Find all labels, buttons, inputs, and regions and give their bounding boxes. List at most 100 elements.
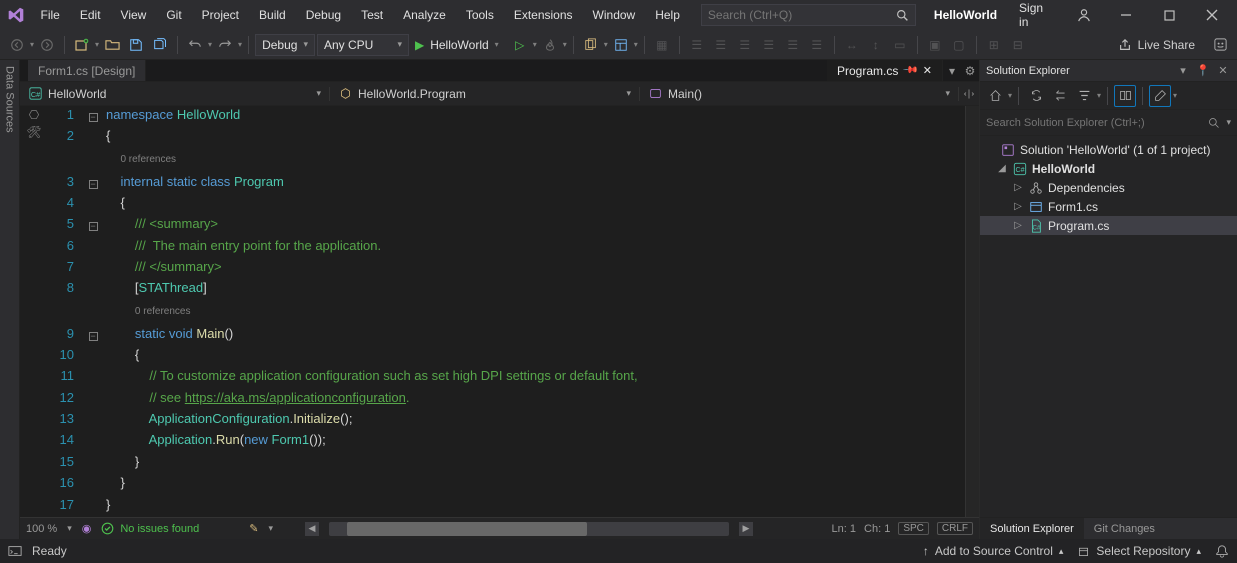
window-maximize-icon[interactable]: [1148, 0, 1191, 30]
filter-icon[interactable]: [1073, 85, 1095, 107]
tab-close-icon[interactable]: ✕: [923, 64, 932, 77]
nav-project-dropdown[interactable]: C# HelloWorld▾: [20, 87, 330, 101]
hot-reload-icon[interactable]: [539, 34, 561, 56]
menu-project[interactable]: Project: [193, 4, 248, 26]
solution-search-input[interactable]: [986, 117, 1202, 129]
new-project-icon[interactable]: [71, 34, 93, 56]
chevron-down-icon[interactable]: ▾: [67, 523, 72, 534]
issues-indicator[interactable]: No issues found: [101, 522, 199, 535]
account-icon[interactable]: [1063, 0, 1106, 30]
config-dropdown[interactable]: Debug▾: [255, 34, 315, 56]
save-icon[interactable]: [125, 34, 147, 56]
properties-icon[interactable]: [1149, 85, 1171, 107]
start-no-debug-button[interactable]: ▷: [509, 34, 531, 56]
tree-node-project[interactable]: ◢ C# HelloWorld: [980, 159, 1237, 178]
expander-icon[interactable]: ▷: [1012, 220, 1024, 231]
switch-views-icon[interactable]: [1049, 85, 1071, 107]
tab-overflow-dropdown[interactable]: ▾: [943, 60, 961, 81]
chevron-down-icon[interactable]: ▾: [1226, 117, 1231, 128]
play-filled-icon: ▶: [415, 38, 424, 52]
global-search[interactable]: [701, 4, 916, 26]
line-endings[interactable]: CRLF: [937, 522, 973, 535]
layout-icon[interactable]: [610, 34, 632, 56]
open-file-icon[interactable]: [101, 34, 123, 56]
solution-tree[interactable]: Solution 'HelloWorld' (1 of 1 project) ◢…: [980, 136, 1237, 517]
sign-in-link[interactable]: Sign in: [1011, 1, 1063, 29]
notifications-icon[interactable]: [1215, 544, 1229, 558]
files-icon[interactable]: [580, 34, 602, 56]
panel-pin-icon[interactable]: 📍: [1195, 63, 1211, 79]
hscroll-right[interactable]: ▶: [739, 522, 753, 536]
tab-options-icon[interactable]: ⚙: [961, 60, 979, 81]
title-bar: File Edit View Git Project Build Debug T…: [0, 0, 1237, 30]
code-editor[interactable]: ⎔ 🛠 1−namespace HelloWorld 2{ 0 referenc…: [20, 106, 979, 517]
data-sources-tab[interactable]: Data Sources: [4, 66, 16, 539]
menu-test[interactable]: Test: [352, 4, 392, 26]
sync-icon[interactable]: [1025, 85, 1047, 107]
expander-icon[interactable]: ▷: [1012, 182, 1024, 193]
home-icon[interactable]: [984, 85, 1006, 107]
scroll-map[interactable]: [965, 106, 979, 517]
window-minimize-icon[interactable]: [1105, 0, 1148, 30]
live-share-button[interactable]: Live Share: [1110, 38, 1203, 52]
editor-status-strip: 100 % ▾ ◉ No issues found ✎▾ ◀ ▶ Ln: 1 C…: [20, 517, 979, 539]
panel-dropdown-icon[interactable]: ▾: [1175, 63, 1191, 79]
code-table: 1−namespace HelloWorld 2{ 0 references 3…: [48, 106, 965, 517]
left-tool-rail[interactable]: Data Sources: [0, 60, 20, 539]
dependencies-icon: [1028, 180, 1044, 196]
indent-mode[interactable]: SPC: [898, 522, 929, 535]
undo-icon[interactable]: [184, 34, 206, 56]
tab-solution-explorer[interactable]: Solution Explorer: [980, 518, 1084, 539]
screwdriver-icon[interactable]: 🛠: [26, 125, 41, 142]
nav-back-icon[interactable]: [6, 34, 28, 56]
error-list-icon[interactable]: ◉: [82, 522, 92, 535]
menu-edit[interactable]: Edit: [71, 4, 110, 26]
svg-text:C#: C#: [1033, 224, 1041, 231]
feedback-icon[interactable]: [1209, 34, 1231, 56]
output-icon[interactable]: [8, 544, 22, 558]
menu-analyze[interactable]: Analyze: [394, 4, 455, 26]
horizontal-scrollbar[interactable]: [329, 522, 729, 536]
menu-file[interactable]: File: [32, 4, 69, 26]
menu-extensions[interactable]: Extensions: [505, 4, 582, 26]
tab-program-cs[interactable]: Program.cs 📌 ✕: [827, 60, 943, 81]
menu-debug[interactable]: Debug: [297, 4, 350, 26]
tree-node-dependencies[interactable]: ▷ Dependencies: [980, 178, 1237, 197]
paintbrush-icon[interactable]: ✎: [249, 522, 258, 535]
menu-git[interactable]: Git: [157, 4, 190, 26]
panel-close-icon[interactable]: ✕: [1215, 63, 1231, 79]
save-all-icon[interactable]: [149, 34, 171, 56]
svg-text:C#: C#: [30, 90, 40, 99]
start-debug-button[interactable]: ▶ HelloWorld ▾: [411, 34, 507, 56]
tab-form1-design[interactable]: Form1.cs [Design]: [28, 60, 146, 81]
nav-member-dropdown[interactable]: Main()▾: [640, 87, 959, 101]
nav-split-icon[interactable]: [959, 88, 979, 100]
solution-search[interactable]: ▾: [980, 110, 1237, 136]
menu-help[interactable]: Help: [646, 4, 689, 26]
expander-icon[interactable]: ◢: [996, 163, 1008, 174]
redo-icon[interactable]: [214, 34, 236, 56]
add-source-control[interactable]: ↑ Add to Source Control ▴: [923, 544, 1064, 558]
hscroll-left[interactable]: ◀: [305, 522, 319, 536]
zoom-level[interactable]: 100 %: [26, 523, 57, 535]
expander-icon[interactable]: ▷: [1012, 201, 1024, 212]
tree-node-solution[interactable]: Solution 'HelloWorld' (1 of 1 project): [980, 140, 1237, 159]
show-all-files-icon[interactable]: [1114, 85, 1136, 107]
track-changes-icon[interactable]: ⎔: [29, 108, 39, 125]
lock-icon: ⊟: [1007, 34, 1029, 56]
tree-node-program[interactable]: ▷ C# Program.cs: [980, 216, 1237, 235]
menu-view[interactable]: View: [112, 4, 156, 26]
pin-icon[interactable]: 📌: [902, 62, 919, 79]
menu-tools[interactable]: Tools: [457, 4, 503, 26]
nav-class-dropdown[interactable]: HelloWorld.Program▾: [330, 87, 640, 101]
tab-git-changes[interactable]: Git Changes: [1084, 518, 1165, 539]
menu-build[interactable]: Build: [250, 4, 295, 26]
select-repository[interactable]: Select Repository ▴: [1077, 544, 1201, 558]
tree-node-form1[interactable]: ▷ Form1.cs: [980, 197, 1237, 216]
window-close-icon[interactable]: [1190, 0, 1233, 30]
status-bar: Ready ↑ Add to Source Control ▴ Select R…: [0, 539, 1237, 563]
platform-dropdown[interactable]: Any CPU▾: [317, 34, 409, 56]
menu-window[interactable]: Window: [584, 4, 645, 26]
nav-fwd-icon[interactable]: [36, 34, 58, 56]
global-search-input[interactable]: [708, 8, 896, 22]
